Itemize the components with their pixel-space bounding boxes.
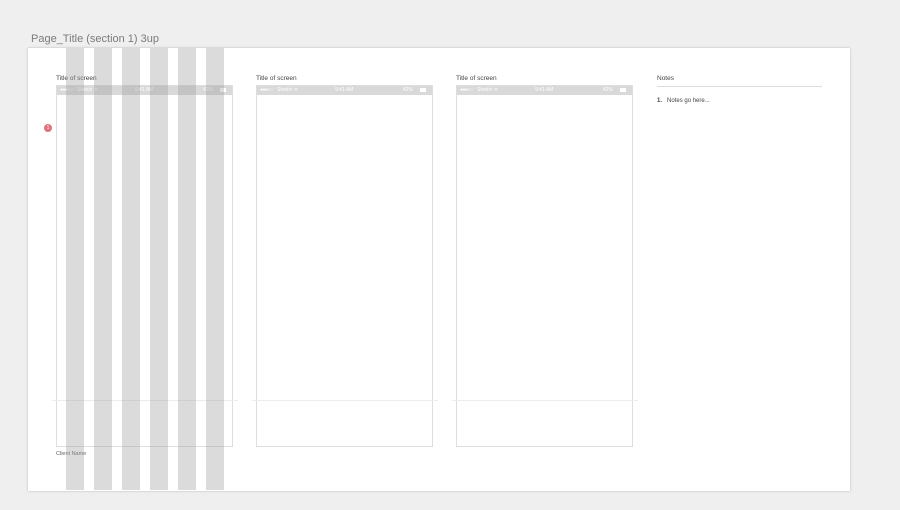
carrier-label: Sketch ᯤ [477,87,499,93]
battery-icon [620,88,626,92]
notes-item: 1. Notes go here... [657,98,710,104]
grid-column-2 [94,48,112,490]
battery-icon [420,88,426,92]
grid-column-3 [122,48,140,490]
screen-title-3: Title of screen [456,75,497,82]
status-time: 9:41 AM [535,87,554,93]
battery-percent: 42% [403,87,414,93]
fold-line-2 [252,400,438,401]
phone-frame-3[interactable]: ●●●○○ Sketch ᯤ 9:41 AM 42% [456,85,633,447]
signal-icon: ●●●○○ [260,87,273,93]
battery-percent: 42% [603,87,614,93]
grid-column-4 [150,48,168,490]
notes-item-text: Notes go here... [667,98,710,104]
notes-item-number: 1. [657,98,663,104]
notes-divider [657,86,822,87]
phone-frame-2[interactable]: ●●●○○ Sketch ᯤ 9:41 AM 42% [256,85,433,447]
notes-title: Notes [657,75,674,82]
grid-column-5 [178,48,196,490]
signal-icon: ●●●○○ [460,87,473,93]
grid-column-1 [66,48,84,490]
hotspot-marker[interactable]: 1 [44,124,52,132]
artboard-title[interactable]: Page_Title (section 1) 3up [31,33,159,45]
status-time: 9:41 AM [335,87,354,93]
grid-column-6 [206,48,224,490]
fold-line-3 [452,400,638,401]
status-bar-2: ●●●○○ Sketch ᯤ 9:41 AM 42% [257,86,432,95]
screen-title-2: Title of screen [256,75,297,82]
status-bar-3: ●●●○○ Sketch ᯤ 9:41 AM 42% [457,86,632,95]
carrier-label: Sketch ᯤ [277,87,299,93]
